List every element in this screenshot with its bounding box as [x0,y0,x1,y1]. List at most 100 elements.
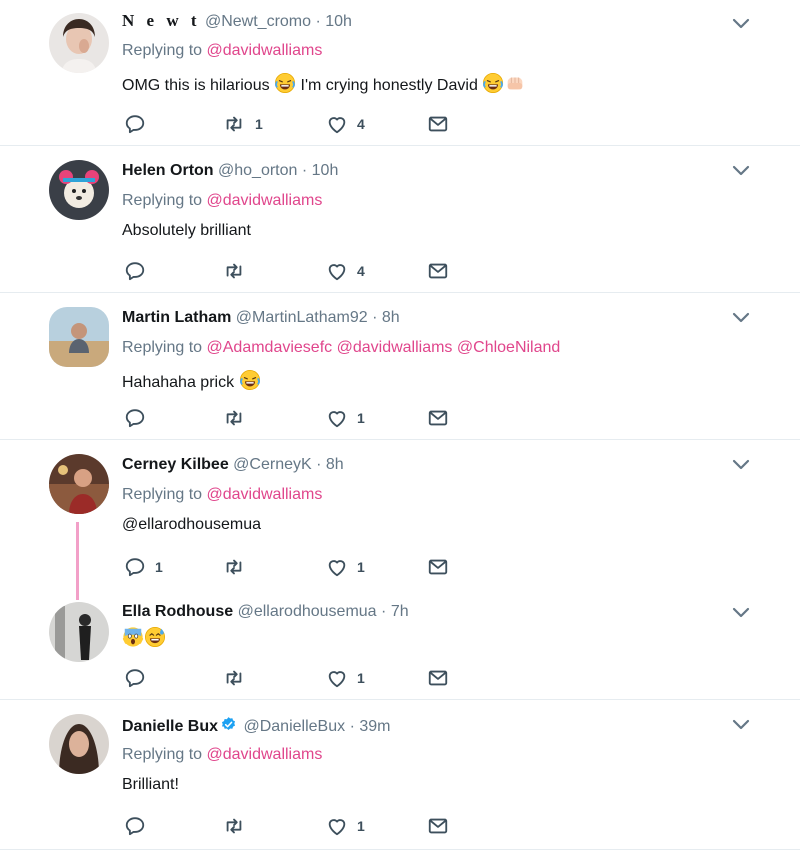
reply-button[interactable] [124,667,155,689]
mention-link[interactable]: @Adamdaviesefc [207,339,333,356]
dm-button[interactable] [427,260,449,282]
retweet-button[interactable] [222,556,255,578]
display-name[interactable]: Danielle Bux [122,718,218,735]
timestamp[interactable]: 10h [312,162,339,179]
caret-down-icon[interactable] [731,311,751,325]
retweet-icon [222,113,246,135]
laughing-crying-emoji-icon [274,72,296,94]
dm-button[interactable] [427,556,449,578]
avatar[interactable] [49,160,109,220]
caret-down-icon[interactable] [731,17,751,31]
dm-button[interactable] [427,407,449,429]
like-count: 1 [357,559,365,575]
separator-dot: · [349,718,355,735]
tweet-text: Brilliant! [122,776,179,793]
user-handle[interactable]: @DanielleBux [243,718,345,735]
avatar[interactable] [49,602,109,662]
user-handle[interactable]: @ho_orton [218,162,297,179]
mention-link[interactable]: @davidwalliams [337,339,453,356]
timestamp[interactable]: 39m [359,718,390,735]
dm-button[interactable] [427,815,449,837]
retweet-icon [222,260,246,282]
display-name[interactable]: Ella Rodhouse [122,603,233,620]
avatar[interactable] [49,13,109,73]
tweet[interactable]: Martin Latham @MartinLatham92 · 8h Reply… [0,293,800,440]
retweet-button[interactable] [222,815,255,837]
reply-button[interactable]: 1 [124,556,163,578]
mention-link[interactable]: @davidwalliams [207,746,323,763]
like-icon [326,667,348,689]
reply-icon [124,815,146,837]
mention-link[interactable]: @davidwalliams [207,486,323,503]
replying-to: Replying to @Adamdaviesefc @davidwalliam… [122,339,560,357]
mention-link[interactable]: @ChloeNiland [457,339,560,356]
user-handle[interactable]: @CerneyK [233,456,312,473]
like-icon [326,556,348,578]
mention-link[interactable]: @ellarodhousemua [122,516,261,534]
timestamp[interactable]: 8h [326,456,344,473]
tweet[interactable]: Ella Rodhouse @ellarodhousemua · 7h 1 [0,590,800,700]
retweet-button[interactable]: 1 [222,113,263,135]
timestamp[interactable]: 10h [325,13,352,30]
display-name[interactable]: Helen Orton [122,162,214,179]
caret-down-icon[interactable] [731,606,751,620]
timestamp[interactable]: 7h [391,603,409,620]
like-count: 4 [357,116,365,132]
divider [0,849,800,850]
like-button[interactable]: 1 [326,407,365,429]
dm-icon [427,815,449,837]
retweet-button[interactable] [222,407,255,429]
reply-icon [124,407,146,429]
reply-icon [124,113,146,135]
reply-button[interactable] [124,407,155,429]
like-count: 1 [357,410,365,426]
separator-dot: · [372,309,378,326]
like-button[interactable]: 1 [326,815,365,837]
dm-button[interactable] [427,113,449,135]
avatar-image [49,307,109,367]
replying-to-label: Replying to [122,192,203,209]
caret-down-icon[interactable] [731,164,751,178]
display-name[interactable]: Cerney Kilbee [122,456,229,473]
dm-icon [427,113,449,135]
tweet[interactable]: Helen Orton @ho_orton · 10h Replying to … [0,146,800,293]
like-button[interactable]: 1 [326,556,365,578]
avatar-image [49,160,109,220]
user-handle[interactable]: @MartinLatham92 [236,309,368,326]
dm-button[interactable] [427,667,449,689]
like-button[interactable]: 4 [326,260,365,282]
tweet[interactable]: N e w t @Newt_cromo · 10h Replying to @d… [0,0,800,146]
like-count: 1 [357,818,365,834]
user-handle[interactable]: @Newt_cromo [205,13,311,30]
like-button[interactable]: 1 [326,667,365,689]
avatar[interactable] [49,714,109,774]
separator-dot: · [315,13,321,30]
retweet-count: 1 [255,116,263,132]
replying-to: Replying to @davidwalliams [122,192,322,210]
mention-link[interactable]: @davidwalliams [207,42,323,59]
reply-button[interactable] [124,260,155,282]
tweet-text: OMG this is hilarious I'm crying honestl… [122,72,526,95]
mention-link[interactable]: @davidwalliams [207,192,323,209]
display-name[interactable]: N e w t [122,11,201,30]
display-name[interactable]: Martin Latham [122,309,231,326]
caret-down-icon[interactable] [731,718,751,732]
separator-dot: · [301,162,308,179]
retweet-button[interactable] [222,667,255,689]
timestamp[interactable]: 8h [382,309,400,326]
tweet[interactable]: Danielle Bux @DanielleBux · 39m Replying… [0,700,800,852]
reply-icon [124,260,146,282]
reply-button[interactable] [124,815,155,837]
avatar[interactable] [49,454,109,514]
tweet[interactable]: Cerney Kilbee @CerneyK · 8h Replying to … [0,440,800,590]
separator-dot: · [381,603,387,620]
tweet-text-part: Hahahaha prick [122,374,239,391]
like-button[interactable]: 4 [326,113,365,135]
tweet-text: Absolutely brilliant [122,222,251,239]
avatar[interactable] [49,307,109,367]
user-handle[interactable]: @ellarodhousemua [238,603,377,620]
reply-button[interactable] [124,113,155,135]
retweet-button[interactable] [222,260,255,282]
caret-down-icon[interactable] [731,458,751,472]
replying-to-label: Replying to [122,339,203,356]
